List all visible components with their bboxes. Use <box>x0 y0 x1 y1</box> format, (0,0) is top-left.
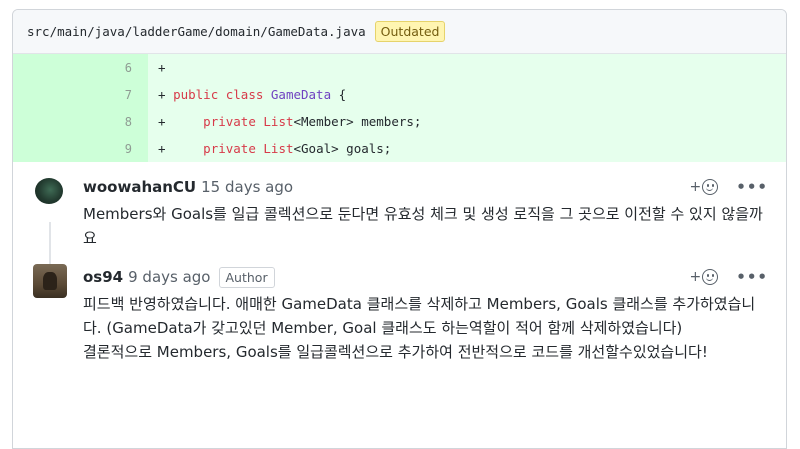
smiley-icon <box>702 179 719 195</box>
diff-snippet: 6 + 7 + public class GameData { 8 + priv… <box>13 54 786 162</box>
diff-line: 7 + public class GameData { <box>13 81 786 108</box>
comment-body: 피드백 반영하였습니다. 애매한 GameData 클래스를 삭제하고 Memb… <box>83 292 768 364</box>
diff-prefix: + <box>158 60 166 75</box>
diff-prefix: + <box>158 87 166 102</box>
comment-body: Members와 Goals를 일급 콜렉션으로 둔다면 유효성 체크 및 생성… <box>83 202 768 250</box>
comment: os94 9 days ago Author + ••• 피드백 반영하였습니다… <box>13 264 786 364</box>
user-avatar-icon[interactable] <box>33 264 67 298</box>
add-reaction-button[interactable]: + <box>690 269 719 285</box>
comment-paragraph: 결론적으로 Members, Goals를 일급콜렉션으로 추가하여 전반적으로… <box>83 343 708 361</box>
code-line: + private List<Goal> goals; <box>158 141 392 156</box>
diff-line: 9 + private List<Goal> goals; <box>13 135 786 162</box>
code-keyword: List <box>263 141 294 156</box>
comment-timestamp[interactable]: 15 days ago <box>201 178 293 196</box>
comment-paragraph: Members와 Goals를 일급 콜렉션으로 둔다면 유효성 체크 및 생성… <box>83 205 763 247</box>
code-line: + public class GameData { <box>158 87 347 102</box>
diff-line: 6 + <box>13 54 786 81</box>
code-keyword: List <box>263 114 294 129</box>
user-avatar-icon[interactable] <box>33 174 67 208</box>
author-badge: Author <box>218 266 275 288</box>
code-type: GameData <box>270 87 332 102</box>
file-header: src/main/java/ladderGame/domain/GameData… <box>13 10 786 54</box>
more-options-icon[interactable]: ••• <box>736 268 768 286</box>
comment-author-link[interactable]: os94 <box>83 268 123 286</box>
comment-timestamp[interactable]: 9 days ago <box>128 268 210 286</box>
line-number[interactable]: 9 <box>13 135 148 162</box>
file-path-link[interactable]: src/main/java/ladderGame/domain/GameData… <box>27 24 366 39</box>
comment-paragraph: 피드백 반영하였습니다. 애매한 GameData 클래스를 삭제하고 Memb… <box>83 295 756 337</box>
more-options-icon[interactable]: ••• <box>736 178 768 196</box>
code-keyword: private <box>203 141 256 156</box>
diff-prefix: + <box>158 114 166 129</box>
code-keyword: public class <box>173 87 264 102</box>
comment-thread: woowahanCU 15 days ago + ••• Members와 Go… <box>13 162 786 364</box>
diff-prefix: + <box>158 141 166 156</box>
outdated-badge: Outdated <box>374 21 446 42</box>
diff-line: 8 + private List<Member> members; <box>13 108 786 135</box>
comment: woowahanCU 15 days ago + ••• Members와 Go… <box>13 174 786 250</box>
code-line: + <box>148 60 166 75</box>
smiley-icon <box>702 269 719 285</box>
line-number[interactable]: 8 <box>13 108 148 135</box>
line-number[interactable]: 7 <box>13 81 148 108</box>
code-keyword: private <box>203 114 256 129</box>
code-line: + private List<Member> members; <box>158 114 422 129</box>
line-number[interactable]: 6 <box>13 54 148 81</box>
comment-author-link[interactable]: woowahanCU <box>83 178 196 196</box>
review-thread-card: src/main/java/ladderGame/domain/GameData… <box>12 9 787 449</box>
add-reaction-button[interactable]: + <box>690 179 719 195</box>
